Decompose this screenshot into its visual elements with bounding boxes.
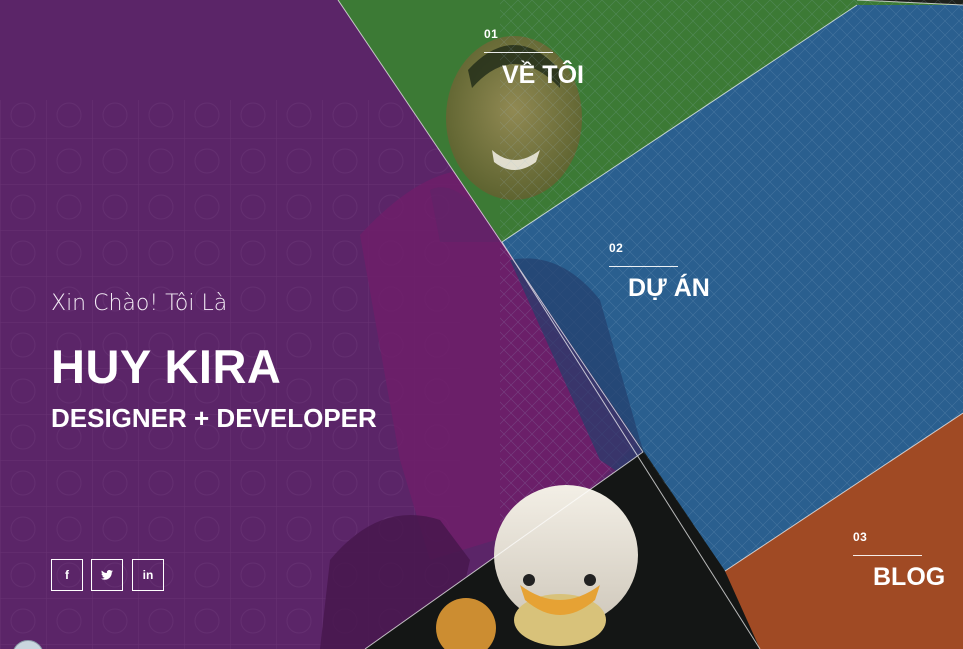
nav-divider [484, 52, 553, 53]
linkedin-icon: in [142, 568, 154, 582]
background-photo [0, 0, 963, 649]
twitter-button[interactable] [91, 559, 123, 591]
landing-page: 01 VỀ TÔI 02 DỰ ÁN 03 BLOG Xin Chào! Tôi… [0, 0, 963, 649]
facebook-button[interactable]: f [51, 559, 83, 591]
nav-divider [609, 266, 678, 267]
linkedin-button[interactable]: in [132, 559, 164, 591]
facebook-icon: f [65, 568, 69, 582]
greeting-text: Xin Chào! Tôi Là [51, 291, 228, 316]
nav-link-about[interactable]: VỀ TÔI [502, 61, 584, 90]
nav-link-blog[interactable]: BLOG [873, 563, 945, 592]
nav-number: 02 [609, 241, 624, 255]
hero-name: HUY KIRA [51, 340, 282, 393]
twitter-icon [101, 570, 113, 580]
nav-link-projects[interactable]: DỰ ÁN [628, 274, 710, 303]
nav-number: 01 [484, 27, 499, 41]
hero-role: DESIGNER + DEVELOPER [51, 403, 377, 433]
nav-number: 03 [853, 530, 868, 544]
nav-divider [853, 555, 922, 556]
